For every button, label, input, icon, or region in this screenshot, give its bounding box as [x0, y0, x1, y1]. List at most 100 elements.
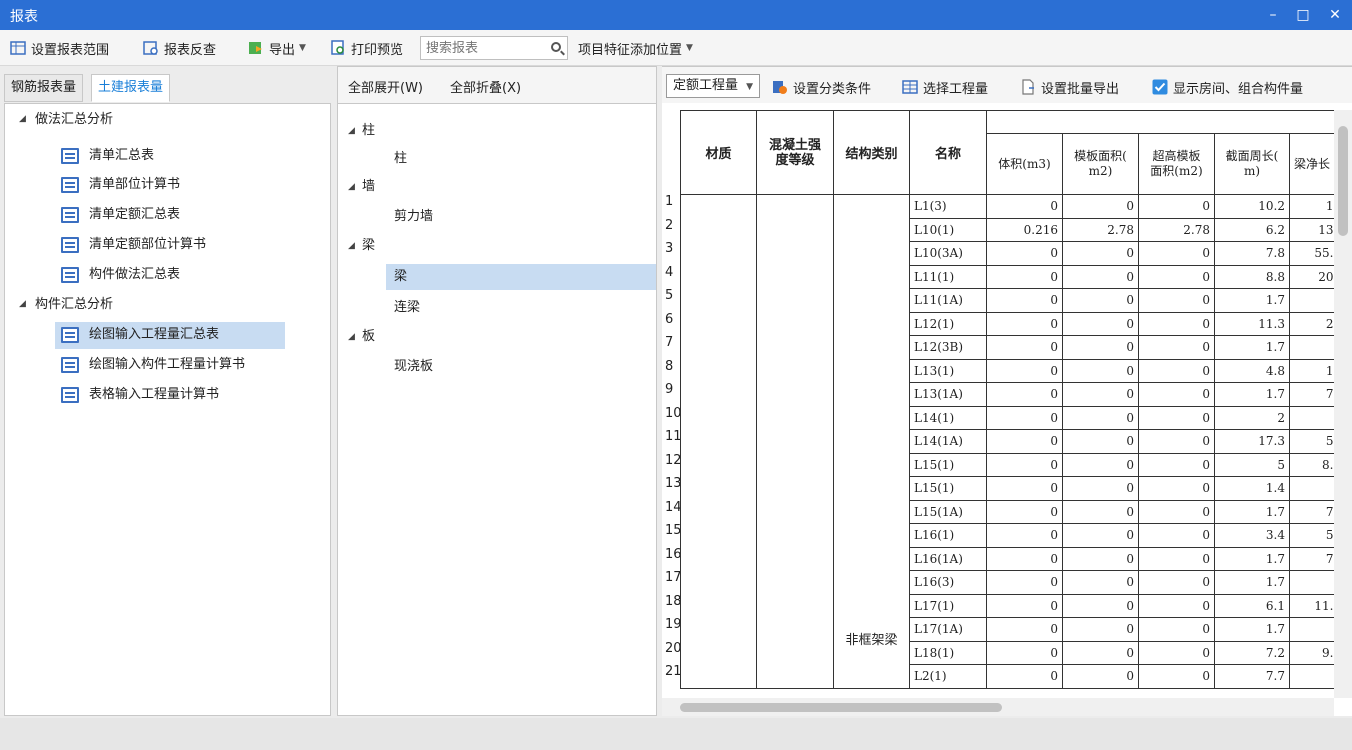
cell-formwork-area[interactable]: 0 — [1062, 593, 1139, 618]
cell-net-length[interactable] — [1289, 570, 1338, 595]
cell-name[interactable]: L13(1A) — [909, 382, 987, 407]
cell-formwork-area[interactable]: 0 — [1062, 405, 1139, 430]
select-quantity-button[interactable]: 选择工程量 — [902, 77, 988, 97]
cell-net-length[interactable]: 7 — [1289, 382, 1338, 407]
cell-high-formwork-area[interactable]: 0 — [1138, 570, 1215, 595]
cell-perimeter[interactable]: 1.7 — [1214, 617, 1290, 642]
cell-volume[interactable]: 0 — [986, 429, 1063, 454]
cell-formwork-area[interactable]: 0 — [1062, 664, 1139, 689]
table-row[interactable]: 非框架梁 L1(3) 0 0 0 10.2 1 — [680, 194, 1338, 689]
cell-perimeter[interactable]: 1.4 — [1214, 476, 1290, 501]
cell-name[interactable]: L13(1) — [909, 358, 987, 383]
cell-net-length[interactable]: 55. — [1289, 241, 1338, 266]
cell-net-length[interactable]: 13 — [1289, 217, 1338, 242]
cell-net-length[interactable] — [1289, 405, 1338, 430]
cell-net-length[interactable] — [1289, 335, 1338, 360]
cell-name[interactable]: L16(3) — [909, 570, 987, 595]
cell-high-formwork-area[interactable]: 0 — [1138, 499, 1215, 524]
set-range-button[interactable]: 设置报表范围 — [10, 38, 109, 58]
cell-volume[interactable]: 0 — [986, 382, 1063, 407]
report-item[interactable]: 构件做法汇总表 — [89, 262, 180, 288]
tree-category-slab[interactable]: 板 — [362, 324, 375, 350]
checkbox-checked-icon[interactable] — [1152, 79, 1168, 95]
report-item-selected[interactable]: 绘图输入工程量汇总表 — [89, 322, 219, 348]
search-input[interactable] — [421, 37, 541, 59]
cell-perimeter[interactable]: 11.3 — [1214, 311, 1290, 336]
cell-formwork-area[interactable]: 0 — [1062, 499, 1139, 524]
cell-high-formwork-area[interactable]: 0 — [1138, 593, 1215, 618]
expand-all-button[interactable]: 全部展开(W) — [348, 77, 423, 96]
cell-net-length[interactable]: 8. — [1289, 452, 1338, 477]
cell-high-formwork-area[interactable]: 0 — [1138, 452, 1215, 477]
batch-export-button[interactable]: 设置批量导出 — [1020, 77, 1119, 97]
cell-formwork-area[interactable]: 0 — [1062, 617, 1139, 642]
cell-perimeter[interactable]: 1.7 — [1214, 546, 1290, 571]
cell-high-formwork-area[interactable]: 0 — [1138, 335, 1215, 360]
cell-name[interactable]: L12(3B) — [909, 335, 987, 360]
search-icon[interactable] — [551, 42, 561, 52]
cell-net-length[interactable] — [1289, 476, 1338, 501]
cell-name[interactable]: L1(3) — [909, 194, 987, 219]
cell-formwork-area[interactable]: 0 — [1062, 288, 1139, 313]
cell-name[interactable]: L11(1) — [909, 264, 987, 289]
cell-net-length[interactable]: 7 — [1289, 499, 1338, 524]
cell-volume[interactable]: 0 — [986, 264, 1063, 289]
cell-perimeter[interactable]: 8.8 — [1214, 264, 1290, 289]
cell-high-formwork-area[interactable]: 0 — [1138, 617, 1215, 642]
cell-formwork-area[interactable]: 0 — [1062, 429, 1139, 454]
print-preview-button[interactable]: 打印预览 — [330, 38, 403, 58]
cell-formwork-area[interactable]: 0 — [1062, 241, 1139, 266]
cell-name[interactable]: L14(1) — [909, 405, 987, 430]
cell-name[interactable]: L15(1) — [909, 476, 987, 501]
cell-perimeter[interactable]: 4.8 — [1214, 358, 1290, 383]
cell-perimeter[interactable]: 1.7 — [1214, 382, 1290, 407]
cell-volume[interactable]: 0 — [986, 570, 1063, 595]
report-item[interactable]: 清单定额部位计算书 — [89, 232, 206, 258]
cell-volume[interactable]: 0 — [986, 617, 1063, 642]
cell-net-length[interactable]: 5 — [1289, 523, 1338, 548]
set-category-button[interactable]: 设置分类条件 — [772, 77, 871, 97]
cell-net-length[interactable]: 1 — [1289, 194, 1338, 219]
cell-name[interactable]: L18(1) — [909, 640, 987, 665]
show-room-toggle[interactable]: 显示房间、组合构件量 — [1152, 77, 1303, 97]
cell-name[interactable]: L14(1A) — [909, 429, 987, 454]
tree-node-beam-selected[interactable]: 梁 — [394, 264, 407, 290]
cell-volume[interactable]: 0 — [986, 452, 1063, 477]
collapse-arrow-icon[interactable]: ◢ — [19, 299, 26, 309]
cell-high-formwork-area[interactable]: 0 — [1138, 288, 1215, 313]
cell-perimeter[interactable]: 5 — [1214, 452, 1290, 477]
cell-high-formwork-area[interactable]: 0 — [1138, 476, 1215, 501]
tree-category-column[interactable]: 柱 — [362, 118, 375, 144]
cell-formwork-area[interactable]: 0 — [1062, 382, 1139, 407]
cell-volume[interactable]: 0 — [986, 241, 1063, 266]
cell-formwork-area[interactable]: 0 — [1062, 570, 1139, 595]
cell-name[interactable]: L17(1A) — [909, 617, 987, 642]
cell-volume[interactable]: 0 — [986, 640, 1063, 665]
cell-high-formwork-area[interactable]: 0 — [1138, 382, 1215, 407]
cell-high-formwork-area[interactable]: 2.78 — [1138, 217, 1215, 242]
collapse-arrow-icon[interactable]: ◢ — [348, 126, 355, 136]
cell-perimeter[interactable]: 7.2 — [1214, 640, 1290, 665]
cell-formwork-area[interactable]: 0 — [1062, 523, 1139, 548]
tree-node-cast-slab[interactable]: 现浇板 — [394, 354, 433, 380]
cell-high-formwork-area[interactable]: 0 — [1138, 264, 1215, 289]
cell-high-formwork-area[interactable]: 0 — [1138, 311, 1215, 336]
vertical-scrollbar[interactable] — [1334, 110, 1352, 698]
cell-net-length[interactable]: 2 — [1289, 311, 1338, 336]
cell-high-formwork-area[interactable]: 0 — [1138, 405, 1215, 430]
cell-name[interactable]: L16(1A) — [909, 546, 987, 571]
cell-high-formwork-area[interactable]: 0 — [1138, 429, 1215, 454]
cell-formwork-area[interactable]: 0 — [1062, 452, 1139, 477]
tab-civil-report[interactable]: 土建报表量 — [91, 74, 171, 102]
cell-perimeter[interactable]: 1.7 — [1214, 335, 1290, 360]
cell-formwork-area[interactable]: 0 — [1062, 640, 1139, 665]
cell-volume[interactable]: 0 — [986, 288, 1063, 313]
cell-net-length[interactable]: 9. — [1289, 640, 1338, 665]
cell-perimeter[interactable]: 7.7 — [1214, 664, 1290, 689]
cell-formwork-area[interactable]: 0 — [1062, 358, 1139, 383]
report-item[interactable]: 表格输入工程量计算书 — [89, 382, 219, 408]
maximize-button[interactable]: □ — [1292, 4, 1314, 26]
cell-name[interactable]: L10(1) — [909, 217, 987, 242]
cell-volume[interactable]: 0 — [986, 194, 1063, 219]
cell-formwork-area[interactable]: 0 — [1062, 546, 1139, 571]
